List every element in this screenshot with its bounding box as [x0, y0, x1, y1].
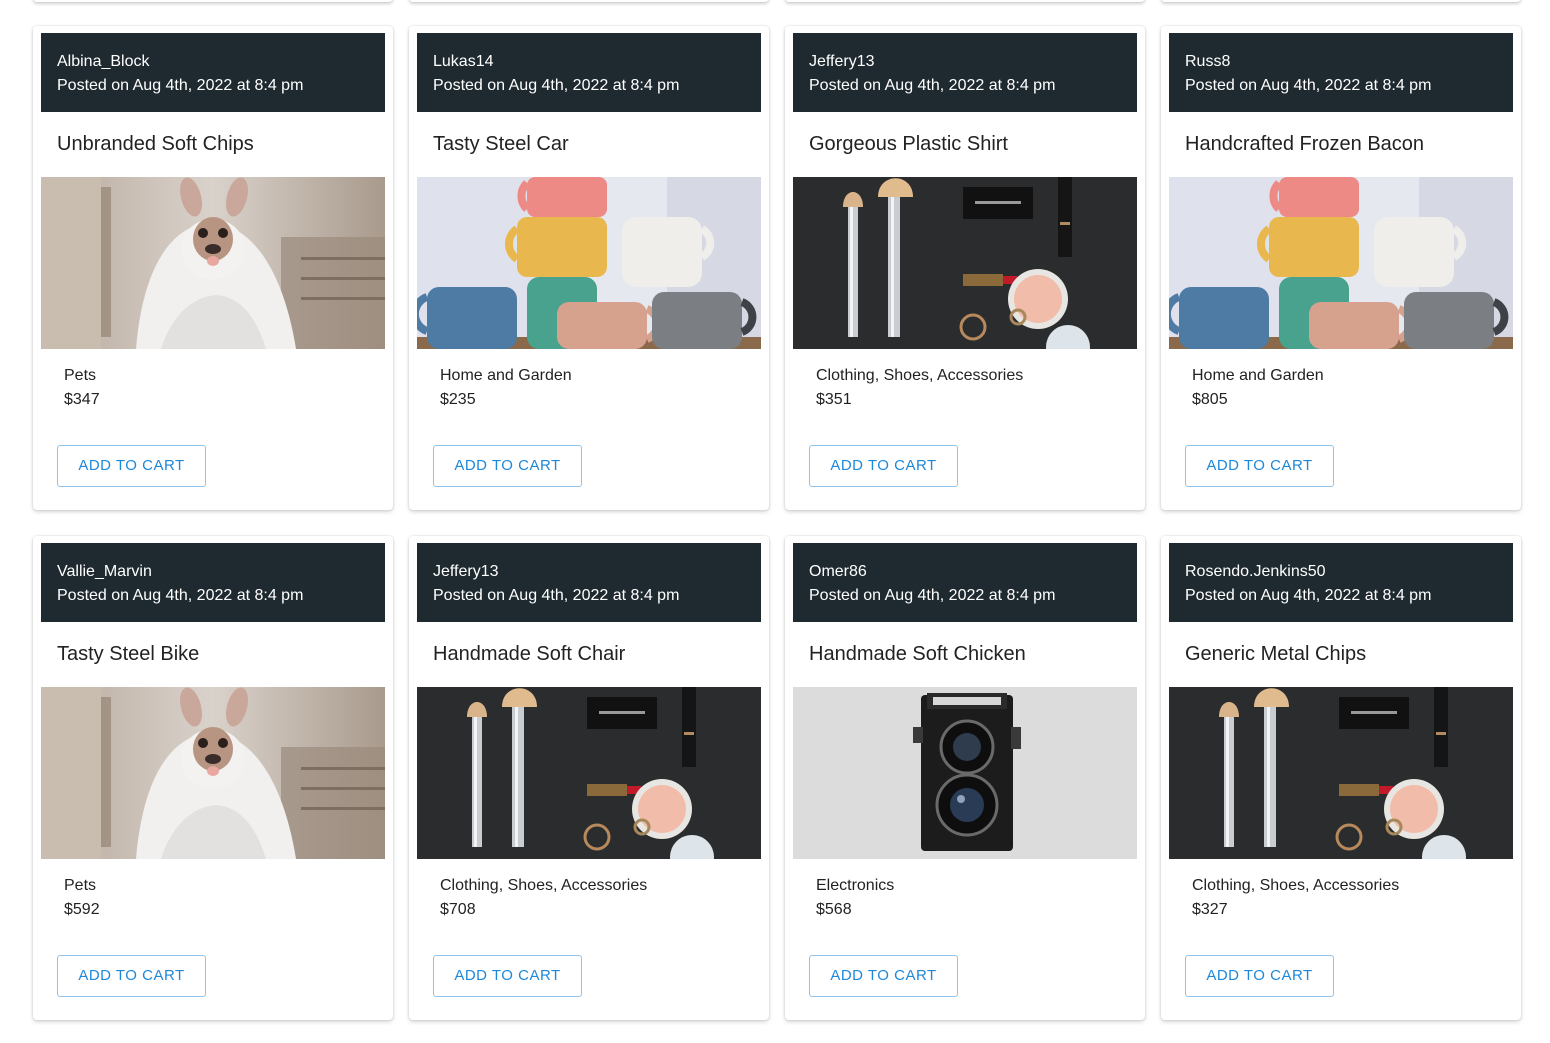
product-price: $347 — [64, 391, 100, 408]
posted-date: Posted on Aug 4th, 2022 at 8:4 pm — [57, 587, 304, 604]
add-to-cart-button[interactable]: ADD TO CART — [57, 955, 206, 997]
product-card: Jeffery13 Posted on Aug 4th, 2022 at 8:4… — [785, 26, 1145, 510]
add-to-cart-button[interactable]: ADD TO CART — [1185, 955, 1334, 997]
posted-date: Posted on Aug 4th, 2022 at 8:4 pm — [809, 587, 1056, 604]
add-to-cart-button[interactable]: ADD TO CART — [433, 445, 582, 487]
card-header: Omer86 Posted on Aug 4th, 2022 at 8:4 pm — [793, 543, 1137, 622]
product-category: Electronics — [816, 877, 895, 894]
author-name: Rosendo.Jenkins50 — [1185, 563, 1326, 580]
product-image — [417, 687, 761, 859]
posted-date: Posted on Aug 4th, 2022 at 8:4 pm — [1185, 587, 1432, 604]
product-image — [1169, 687, 1513, 859]
card-header: Lukas14 Posted on Aug 4th, 2022 at 8:4 p… — [417, 33, 761, 112]
product-price: $235 — [440, 391, 476, 408]
product-card: Jeffery13 Posted on Aug 4th, 2022 at 8:4… — [409, 536, 769, 1020]
product-price: $708 — [440, 901, 476, 918]
posted-date: Posted on Aug 4th, 2022 at 8:4 pm — [1185, 77, 1432, 94]
add-to-cart-button[interactable]: ADD TO CART — [1185, 445, 1334, 487]
product-category: Pets — [64, 367, 97, 384]
add-to-cart-button[interactable]: ADD TO CART — [57, 445, 206, 487]
product-title: Generic Metal Chips — [1185, 643, 1367, 665]
previous-card-edge — [1161, 0, 1521, 2]
product-photo — [1169, 177, 1513, 349]
product-photo — [417, 177, 761, 349]
posted-date: Posted on Aug 4th, 2022 at 8:4 pm — [433, 77, 680, 94]
product-title: Handmade Soft Chair — [433, 643, 626, 665]
product-price: $351 — [816, 391, 852, 408]
posted-date: Posted on Aug 4th, 2022 at 8:4 pm — [809, 77, 1056, 94]
author-name: Jeffery13 — [433, 563, 499, 580]
product-title: Gorgeous Plastic Shirt — [809, 133, 1008, 155]
product-photo — [41, 177, 385, 349]
product-category: Clothing, Shoes, Accessories — [816, 367, 1024, 384]
product-photo — [41, 687, 385, 859]
product-card: Lukas14 Posted on Aug 4th, 2022 at 8:4 p… — [409, 26, 769, 510]
product-photo — [793, 687, 1137, 859]
product-image — [41, 687, 385, 859]
product-image — [1169, 177, 1513, 349]
author-name: Russ8 — [1185, 53, 1231, 70]
product-category: Home and Garden — [440, 367, 572, 384]
previous-card-edge — [409, 0, 769, 2]
add-to-cart-button[interactable]: ADD TO CART — [809, 955, 958, 997]
author-name: Jeffery13 — [809, 53, 875, 70]
product-photo — [793, 177, 1137, 349]
product-price: $805 — [1192, 391, 1228, 408]
product-category: Pets — [64, 877, 97, 894]
product-card: Rosendo.Jenkins50 Posted on Aug 4th, 202… — [1161, 536, 1521, 1020]
product-category: Clothing, Shoes, Accessories — [440, 877, 648, 894]
product-title: Handmade Soft Chicken — [809, 643, 1026, 665]
product-category: Home and Garden — [1192, 367, 1324, 384]
product-card: Russ8 Posted on Aug 4th, 2022 at 8:4 pm … — [1161, 26, 1521, 510]
author-name: Vallie_Marvin — [57, 563, 152, 580]
product-image — [417, 177, 761, 349]
product-price: $327 — [1192, 901, 1228, 918]
product-card: Vallie_Marvin Posted on Aug 4th, 2022 at… — [33, 536, 393, 1020]
product-title: Tasty Steel Car — [433, 133, 569, 155]
product-category: Clothing, Shoes, Accessories — [1192, 877, 1400, 894]
product-image — [793, 687, 1137, 859]
product-grid: Albina_Block Posted on Aug 4th, 2022 at … — [33, 26, 1521, 1020]
card-header: Jeffery13 Posted on Aug 4th, 2022 at 8:4… — [793, 33, 1137, 112]
product-card: Albina_Block Posted on Aug 4th, 2022 at … — [33, 26, 393, 510]
card-header: Jeffery13 Posted on Aug 4th, 2022 at 8:4… — [417, 543, 761, 622]
card-header: Russ8 Posted on Aug 4th, 2022 at 8:4 pm — [1169, 33, 1513, 112]
posted-date: Posted on Aug 4th, 2022 at 8:4 pm — [433, 587, 680, 604]
product-title: Tasty Steel Bike — [57, 643, 200, 665]
product-title: Unbranded Soft Chips — [57, 133, 254, 155]
product-photo — [1169, 687, 1513, 859]
add-to-cart-button[interactable]: ADD TO CART — [809, 445, 958, 487]
card-header: Rosendo.Jenkins50 Posted on Aug 4th, 202… — [1169, 543, 1513, 622]
product-image — [41, 177, 385, 349]
card-header: Albina_Block Posted on Aug 4th, 2022 at … — [41, 33, 385, 112]
product-image — [793, 177, 1137, 349]
author-name: Albina_Block — [57, 53, 150, 70]
previous-card-edge — [785, 0, 1145, 2]
product-price: $592 — [64, 901, 100, 918]
add-to-cart-button[interactable]: ADD TO CART — [433, 955, 582, 997]
author-name: Lukas14 — [433, 53, 494, 70]
product-feed-page: Albina_Block Posted on Aug 4th, 2022 at … — [0, 0, 1550, 1043]
product-card: Omer86 Posted on Aug 4th, 2022 at 8:4 pm… — [785, 536, 1145, 1020]
author-name: Omer86 — [809, 563, 867, 580]
product-price: $568 — [816, 901, 852, 918]
card-header: Vallie_Marvin Posted on Aug 4th, 2022 at… — [41, 543, 385, 622]
product-photo — [417, 687, 761, 859]
posted-date: Posted on Aug 4th, 2022 at 8:4 pm — [57, 77, 304, 94]
previous-card-edge — [33, 0, 393, 2]
product-title: Handcrafted Frozen Bacon — [1185, 133, 1425, 155]
